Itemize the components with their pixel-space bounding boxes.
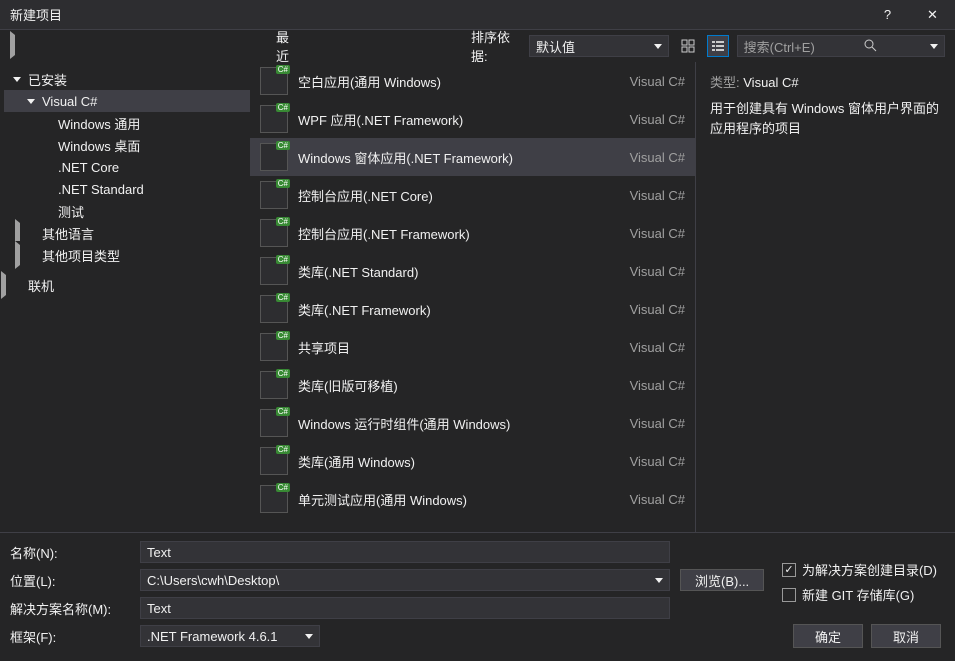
template-description: 用于创建具有 Windows 窗体用户界面的应用程序的项目 xyxy=(710,99,941,138)
template-item[interactable]: 空白应用(通用 Windows) Visual C# xyxy=(250,62,695,100)
help-button[interactable]: ? xyxy=(865,0,910,30)
template-lang: Visual C# xyxy=(630,74,685,89)
window-title: 新建项目 xyxy=(10,5,865,24)
top-bar: 最近 排序依据: 默认值 搜索(Ctrl+E) xyxy=(0,30,955,62)
framework-label: 框架(F): xyxy=(10,627,140,646)
detail-panel: 类型: Visual C# 用于创建具有 Windows 窗体用户界面的应用程序… xyxy=(695,62,955,532)
cancel-button[interactable]: 取消 xyxy=(871,624,941,648)
location-field[interactable]: C:\Users\cwh\Desktop\ xyxy=(140,569,670,591)
template-name: 类库(.NET Standard) xyxy=(298,262,620,281)
template-lang: Visual C# xyxy=(630,378,685,393)
template-name: Windows 运行时组件(通用 Windows) xyxy=(298,414,620,433)
checkbox-icon: ✓ xyxy=(782,563,796,577)
type-value: Visual C# xyxy=(743,75,798,90)
solution-label: 解决方案名称(M): xyxy=(10,599,140,618)
template-name: 类库(旧版可移植) xyxy=(298,376,620,395)
template-name: 单元测试应用(通用 Windows) xyxy=(298,490,620,509)
sort-dropdown[interactable]: 默认值 xyxy=(529,35,669,57)
template-name: 空白应用(通用 Windows) xyxy=(298,72,620,91)
title-bar: 新建项目 ? ✕ xyxy=(0,0,955,30)
template-name: 共享项目 xyxy=(298,338,620,357)
tree-child[interactable]: Windows 桌面 xyxy=(4,134,250,156)
type-label: 类型: xyxy=(710,75,740,90)
template-item[interactable]: 单元测试应用(通用 Windows) Visual C# xyxy=(250,480,695,518)
template-lang: Visual C# xyxy=(630,226,685,241)
template-lang: Visual C# xyxy=(630,112,685,127)
template-lang: Visual C# xyxy=(630,150,685,165)
template-item[interactable]: 控制台应用(.NET Core) Visual C# xyxy=(250,176,695,214)
create-dir-checkbox[interactable]: ✓ 为解决方案创建目录(D) xyxy=(782,560,937,579)
sort-label: 排序依据: xyxy=(471,27,521,65)
template-name: 类库(通用 Windows) xyxy=(298,452,620,471)
tree-other-type[interactable]: 其他项目类型 xyxy=(4,244,250,266)
template-item[interactable]: Windows 窗体应用(.NET Framework) Visual C# xyxy=(250,138,695,176)
location-label: 位置(L): xyxy=(10,571,140,590)
template-lang: Visual C# xyxy=(630,416,685,431)
tree-online[interactable]: 联机 xyxy=(4,274,250,296)
template-name: Windows 窗体应用(.NET Framework) xyxy=(298,148,620,167)
template-item[interactable]: 类库(.NET Framework) Visual C# xyxy=(250,290,695,328)
template-icon xyxy=(260,295,288,323)
chevron-down-icon xyxy=(27,99,35,104)
template-item[interactable]: 类库(旧版可移植) Visual C# xyxy=(250,366,695,404)
template-lang: Visual C# xyxy=(630,492,685,507)
template-icon xyxy=(260,333,288,361)
close-button[interactable]: ✕ xyxy=(910,0,955,30)
view-list-button[interactable] xyxy=(707,35,729,57)
template-lang: Visual C# xyxy=(630,302,685,317)
add-git-checkbox[interactable]: 新建 GIT 存储库(G) xyxy=(782,585,937,604)
chevron-down-icon xyxy=(930,44,938,49)
template-lang: Visual C# xyxy=(630,340,685,355)
chevron-down-icon xyxy=(305,634,313,639)
search-input[interactable]: 搜索(Ctrl+E) xyxy=(737,35,945,57)
template-icon xyxy=(260,105,288,133)
template-lang: Visual C# xyxy=(630,264,685,279)
framework-dropdown[interactable]: .NET Framework 4.6.1 xyxy=(140,625,320,647)
template-item[interactable]: 类库(通用 Windows) Visual C# xyxy=(250,442,695,480)
template-list[interactable]: 空白应用(通用 Windows)Visual C#WPF 应用(.NET Fra… xyxy=(250,62,695,532)
tree-child[interactable]: Windows 通用 xyxy=(4,112,250,134)
template-icon xyxy=(260,447,288,475)
browse-button[interactable]: 浏览(B)... xyxy=(680,569,764,591)
tree-child[interactable]: .NET Standard xyxy=(4,178,250,200)
template-name: 控制台应用(.NET Core) xyxy=(298,186,620,205)
solution-field[interactable]: Text xyxy=(140,597,670,619)
tree-visual-csharp[interactable]: Visual C# xyxy=(4,90,250,112)
template-item[interactable]: Windows 运行时组件(通用 Windows) Visual C# xyxy=(250,404,695,442)
template-icon xyxy=(260,485,288,513)
template-name: 控制台应用(.NET Framework) xyxy=(298,224,620,243)
ok-button[interactable]: 确定 xyxy=(793,624,863,648)
tree-child[interactable]: .NET Core xyxy=(4,156,250,178)
template-item[interactable]: WPF 应用(.NET Framework) Visual C# xyxy=(250,100,695,138)
template-lang: Visual C# xyxy=(630,454,685,469)
sidebar: 已安装 Visual C# Windows 通用Windows 桌面.NET C… xyxy=(0,62,250,532)
template-name: 类库(.NET Framework) xyxy=(298,300,620,319)
template-icon xyxy=(260,67,288,95)
template-lang: Visual C# xyxy=(630,188,685,203)
checkbox-icon xyxy=(782,588,796,602)
template-item[interactable]: 共享项目 Visual C# xyxy=(250,328,695,366)
view-grid-button[interactable] xyxy=(677,35,699,57)
chevron-down-icon xyxy=(654,44,662,49)
template-item[interactable]: 控制台应用(.NET Framework) Visual C# xyxy=(250,214,695,252)
template-icon xyxy=(260,409,288,437)
chevron-down-icon xyxy=(13,77,21,82)
template-name: WPF 应用(.NET Framework) xyxy=(298,110,620,129)
chevron-down-icon xyxy=(655,578,663,583)
tree-installed[interactable]: 已安装 xyxy=(4,68,250,90)
search-icon xyxy=(863,38,877,55)
template-item[interactable]: 类库(.NET Standard) Visual C# xyxy=(250,252,695,290)
template-icon xyxy=(260,181,288,209)
recent-link[interactable]: 最近 xyxy=(10,27,289,65)
name-label: 名称(N): xyxy=(10,543,140,562)
template-icon xyxy=(260,257,288,285)
name-field[interactable]: Text xyxy=(140,541,670,563)
chevron-right-icon xyxy=(10,31,270,59)
template-icon xyxy=(260,371,288,399)
template-icon xyxy=(260,143,288,171)
template-icon xyxy=(260,219,288,247)
